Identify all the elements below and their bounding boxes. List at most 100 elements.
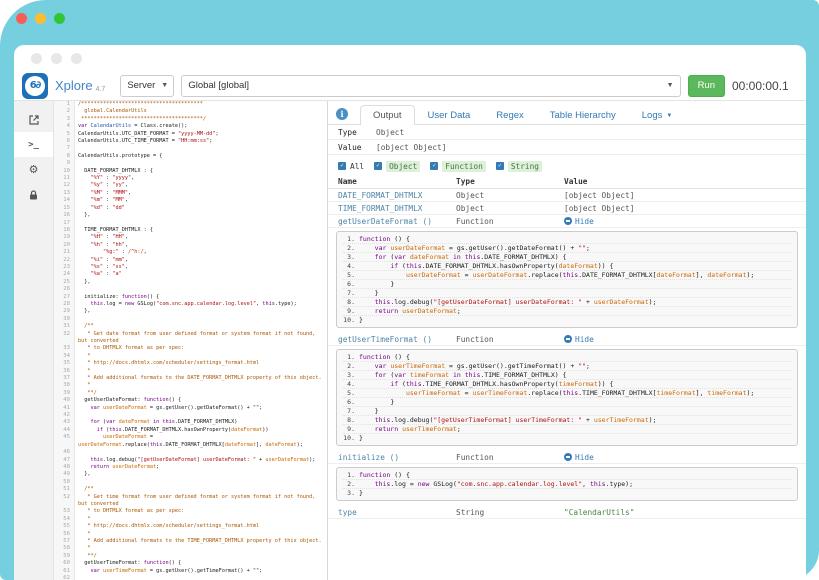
filter-all[interactable]: ✓All [338,162,364,171]
code-token: .log.debug( [103,457,137,463]
editor-line[interactable]: 24 "%a" : "a" [54,271,327,278]
editor-line[interactable]: 17 [54,220,327,227]
editor-line[interactable]: 31 /** [54,323,327,330]
editor-line[interactable]: 41 var userDateFormat = gs.getUser().get… [54,405,327,412]
filter-object[interactable]: ✓Object [374,161,420,172]
tab-logs[interactable]: Logs▼ [629,105,686,125]
type-filters: ✓All ✓Object ✓Function ✓String [328,155,806,175]
property-link[interactable]: type [338,508,456,517]
editor-line[interactable]: 43 for (var dateFormat in this.DATE_FORM… [54,419,327,426]
editor-line[interactable]: 18 TIME_FORMAT_DHTMLX : { [54,227,327,234]
editor-line[interactable]: 47 this.log.debug("[getUserDateFormat] u… [54,457,327,464]
editor-line[interactable]: 9 [54,160,327,167]
settings-gear-icon[interactable]: ⚙ [14,157,53,182]
editor-line[interactable]: 61 var userTimeFormat = gs.getUser().get… [54,568,327,575]
editor-line[interactable]: 37 * Add additional formats to the DATE_… [54,375,327,382]
editor-line[interactable]: 15 "%d" : "dd" [54,205,327,212]
property-link[interactable]: initialize () [338,453,456,462]
editor-line[interactable]: 11 "%Y" : "yyyy", [54,175,327,182]
property-link[interactable]: getUserDateFormat () [338,217,456,226]
lock-icon[interactable] [14,182,53,207]
editor-line[interactable]: 48 return userDateFormat; [54,464,327,471]
property-link[interactable]: TIME_FORMAT_DHTMLX [338,204,456,213]
editor-line[interactable]: 36 * [54,368,327,375]
editor-line[interactable]: 30 [54,316,327,323]
tab-output[interactable]: Output [360,105,415,125]
close-window-button[interactable] [16,13,27,24]
editor-line[interactable]: 38 * [54,382,327,389]
editor-line[interactable]: 42 [54,412,327,419]
editor-line[interactable]: 3 **************************************… [54,116,327,123]
editor-line[interactable]: 33 * to DHTMLX format as per spec: [54,345,327,352]
tab-user-data[interactable]: User Data [415,105,484,125]
scope-select[interactable]: Global [global] ▼ [181,75,680,97]
editor-line[interactable]: 59 **/ [54,553,327,560]
editor-line[interactable]: 12 "%y" : "yy", [54,182,327,189]
editor-line[interactable]: 22 "%i" : "mm", [54,257,327,264]
editor-line[interactable]: 62 [54,575,327,580]
hide-toggle[interactable]: Hide [564,335,796,344]
editor-line[interactable]: 2 global.CalendarUtils [54,108,327,115]
run-button[interactable]: Run [688,75,725,97]
info-icon[interactable]: i [336,108,348,120]
editor-line[interactable]: 28 this.log = new GSLog("com.snc.app.cal… [54,301,327,308]
maximize-window-button[interactable] [54,13,65,24]
editor-line[interactable]: 35 * http://docs.dhtmlx.com/scheduler/se… [54,360,327,367]
editor-line[interactable]: 50 [54,479,327,486]
editor-line[interactable]: 54 * [54,516,327,523]
editor-line[interactable]: 8CalendarUtils.prototype = { [54,153,327,160]
editor-line[interactable]: 21 "%g:" : /^h:/, [54,249,327,256]
editor-line[interactable]: 20 "%h" : "hh", [54,242,327,249]
tab-regex[interactable]: Regex [483,105,536,125]
open-external-icon[interactable] [14,107,53,132]
editor-line[interactable]: 56 * [54,531,327,538]
hide-toggle[interactable]: Hide [564,453,796,462]
editor-line[interactable]: 52 * Get time format from user defined f… [54,494,327,509]
editor-line[interactable]: 49 }, [54,471,327,478]
editor-line[interactable]: 1/**************************************… [54,101,327,108]
editor-line[interactable]: 13 "%M" : "MMM", [54,190,327,197]
editor-line[interactable]: 51 /** [54,486,327,493]
editor-line[interactable]: 6CalendarUtils.UTC_TIME_FORMAT = "HH:mm:… [54,138,327,145]
editor-line[interactable]: 40 getUserDateFormat: function() { [54,397,327,404]
filter-function[interactable]: ✓Function [430,161,486,172]
server-dropdown[interactable]: Server ▼ [120,75,174,97]
editor-line[interactable]: 57 * Add additional formats to the TIME_… [54,538,327,545]
editor-line[interactable]: 10 DATE_FORMAT_DHTMLX : { [54,168,327,175]
editor-line[interactable]: 34 * [54,353,327,360]
editor-line[interactable]: 58 * [54,545,327,552]
editor-line[interactable]: 32 * Get date format from user defined f… [54,331,327,346]
code-editor[interactable]: 1/**************************************… [54,101,328,580]
editor-line[interactable]: 29 }, [54,308,327,315]
minimize-window-button[interactable] [35,13,46,24]
editor-line[interactable]: 7 [54,145,327,152]
hide-toggle[interactable]: Hide [564,217,796,226]
terminal-icon[interactable]: >_ [14,132,53,157]
editor-line[interactable]: 55 * http://docs.dhtmlx.com/scheduler/se… [54,523,327,530]
editor-line[interactable]: 39 **/ [54,390,327,397]
editor-line[interactable]: 44 if (this.DATE_FORMAT_DHTMLX.hasOwnPro… [54,427,327,434]
filter-string[interactable]: ✓String [496,161,542,172]
checkbox-icon[interactable]: ✓ [374,162,382,170]
editor-line[interactable]: 26 [54,286,327,293]
editor-line[interactable]: 60 getUserTimeFormat: function() { [54,560,327,567]
line-code: CalendarUtils.UTC_TIME_FORMAT = "HH:mm:s… [75,138,327,145]
editor-line[interactable]: 4var CalendarUtils = Class.create(); [54,123,327,130]
editor-line[interactable]: 27 initialize: function() { [54,294,327,301]
editor-line[interactable]: 19 "%H" : "HH", [54,234,327,241]
editor-line[interactable]: 5CalendarUtils.UTC_DATE_FORMAT = "yyyy-M… [54,131,327,138]
editor-line[interactable]: 25 }, [54,279,327,286]
checkbox-icon[interactable]: ✓ [338,162,346,170]
code-token: GSLog( [134,301,156,307]
editor-line[interactable]: 46 [54,449,327,456]
editor-line[interactable]: 16 }, [54,212,327,219]
checkbox-icon[interactable]: ✓ [496,162,504,170]
property-link[interactable]: getUserTimeFormat () [338,335,456,344]
editor-line[interactable]: 14 "%m" : "MM", [54,197,327,204]
tab-table-hierarchy[interactable]: Table Hierarchy [537,105,629,125]
editor-line[interactable]: 23 "%s" : "ss", [54,264,327,271]
property-link[interactable]: DATE_FORMAT_DHTMLX [338,191,456,200]
editor-line[interactable]: 45 userDateFormat = userDateFormat.repla… [54,434,327,449]
editor-line[interactable]: 53 * to DHTMLX format as per spec: [54,508,327,515]
checkbox-icon[interactable]: ✓ [430,162,438,170]
